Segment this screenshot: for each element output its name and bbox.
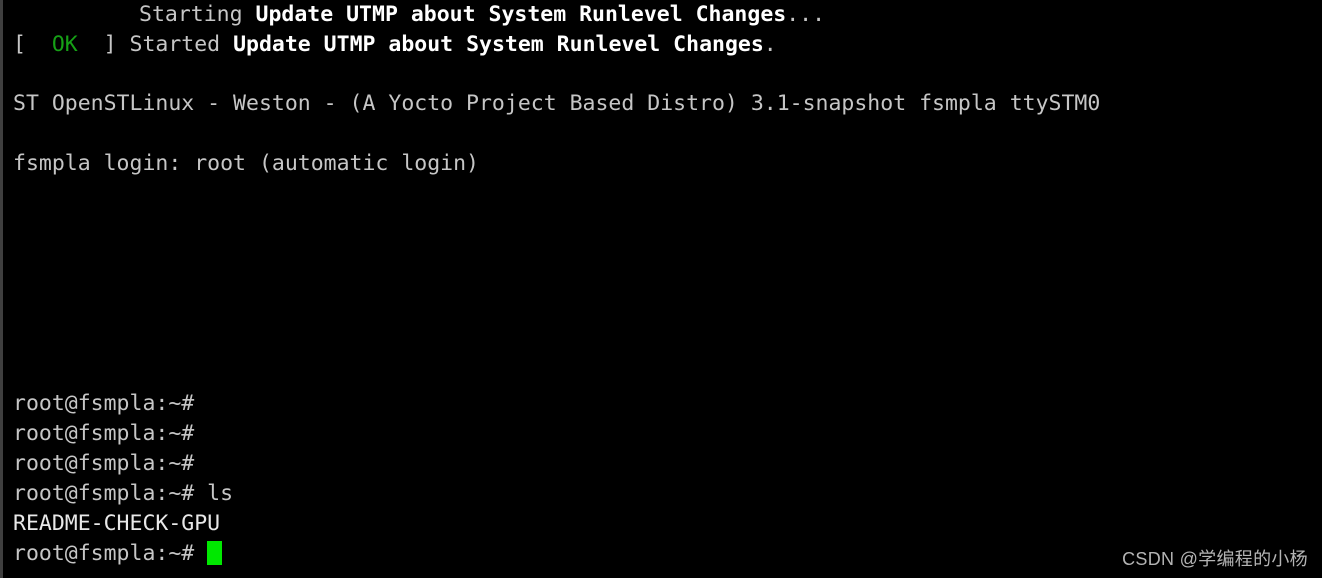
terminal-line-boot-started-utmp-seg-0: [ [13,32,52,57]
terminal-line-boot-starting-utmp-seg-0: Starting [139,2,256,27]
terminal-line-boot-started-utmp-seg-2: ] [77,32,130,57]
terminal-line-login-line: fsmpla login: root (automatic login) [13,149,479,179]
terminal-line-distro-banner-seg-0: ST OpenSTLinux - Weston - (A Yocto Proje… [13,91,1101,116]
terminal-line-login-line-seg-0: fsmpla login: root (automatic login) [13,151,479,176]
terminal-line-boot-started-utmp-seg-5: . [763,32,777,57]
terminal-line-boot-starting-utmp-seg-1: Update UTMP about System Runlevel Change… [255,2,787,27]
terminal-line-boot-started-utmp-seg-4: Update UTMP about System Runlevel Change… [233,32,764,57]
terminal-line-boot-started-utmp-seg-1: OK [51,32,78,57]
terminal-line-boot-started-utmp: [ OK ] Started Update UTMP about System … [13,30,777,60]
terminal-line-prompt-1: root@fsmpla:~# [13,389,194,419]
text-cursor [207,541,223,565]
terminal-line-prompt-4-ls-command-seg-0: root@fsmpla:~# [13,481,208,506]
terminal-screen[interactable]: Starting Update UTMP about System Runlev… [0,0,1322,578]
console-text-area[interactable]: Starting Update UTMP about System Runlev… [0,0,1322,578]
terminal-line-prompt-2: root@fsmpla:~# [13,419,194,449]
terminal-line-prompt-4-ls-command: root@fsmpla:~# ls [13,479,233,509]
terminal-line-boot-started-utmp-seg-3: Started [129,32,234,57]
terminal-line-prompt-3: root@fsmpla:~# [13,449,194,479]
terminal-line-prompt-5-active: root@fsmpla:~# [13,539,223,569]
terminal-line-prompt-5-active-seg-0: root@fsmpla:~# [13,541,208,566]
terminal-line-prompt-2-seg-0: root@fsmpla:~# [13,421,195,446]
csdn-watermark: CSDN @学编程的小杨 [1122,549,1308,569]
terminal-line-ls-output: README-CHECK-GPU [13,509,220,539]
terminal-line-prompt-3-seg-0: root@fsmpla:~# [13,451,195,476]
terminal-line-ls-output-seg-0: README-CHECK-GPU [13,511,221,536]
terminal-line-prompt-1-seg-0: root@fsmpla:~# [13,391,195,416]
terminal-line-prompt-4-ls-command-seg-1: ls [207,481,234,506]
terminal-line-boot-starting-utmp-seg-2: ... [786,2,826,27]
terminal-line-distro-banner: ST OpenSTLinux - Weston - (A Yocto Proje… [13,89,1100,119]
terminal-line-boot-starting-utmp: Starting Update UTMP about System Runlev… [139,0,825,30]
